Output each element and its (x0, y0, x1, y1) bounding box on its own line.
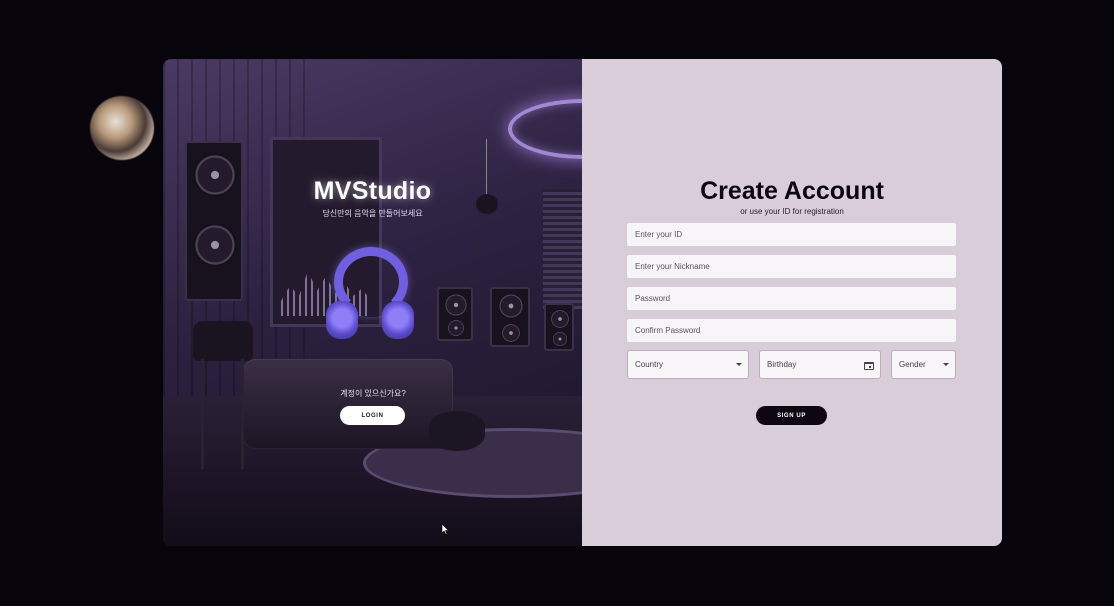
bar-stool (193, 321, 253, 361)
gender-select-label: Gender (899, 360, 926, 369)
page-title: Create Account (700, 177, 884, 205)
wall-speaker-left (185, 141, 243, 301)
birthday-picker[interactable]: Birthday (759, 350, 881, 379)
floor-speaker-1 (437, 287, 473, 341)
signup-button[interactable]: SIGN UP (756, 406, 827, 425)
chevron-down-icon (943, 363, 949, 366)
stool-leg (201, 359, 204, 469)
tufted-sofa (243, 359, 453, 449)
studio-hero-panel: MVStudio 당신만의 음악을 만들어보세요 계정이 있으신가요? LOGI… (163, 59, 582, 546)
page-subtitle: or use your ID for registration (740, 207, 844, 216)
ceiling-ring-light (508, 99, 582, 159)
brand-subtitle: 당신만의 음악을 만들어보세요 (322, 209, 423, 218)
password-input[interactable] (627, 287, 956, 310)
login-button[interactable]: LOGIN (340, 406, 405, 425)
floor-speaker-3 (544, 303, 574, 351)
ottoman (429, 411, 485, 451)
brand-title: MVStudio (313, 177, 432, 205)
country-select-label: Country (635, 360, 664, 369)
confirm-password-input[interactable] (627, 319, 956, 342)
gender-select[interactable]: Gender (891, 350, 956, 379)
headphones-illustration (326, 247, 416, 347)
floating-avatar (90, 96, 154, 160)
chevron-down-icon (736, 363, 742, 366)
nickname-input[interactable] (627, 255, 956, 278)
country-select[interactable]: Country (627, 350, 749, 379)
birthday-picker-label: Birthday (767, 360, 797, 369)
auth-card: MVStudio 당신만의 음악을 만들어보세요 계정이 있으신가요? LOGI… (163, 59, 1002, 546)
calendar-icon[interactable] (864, 360, 874, 370)
id-input[interactable] (627, 223, 956, 246)
window-blinds (543, 189, 582, 309)
floor-speaker-2 (490, 287, 530, 347)
register-form-panel: Create Account or use your ID for regist… (582, 59, 1002, 546)
stool-leg (241, 359, 244, 469)
have-account-prompt: 계정이 있으신가요? (340, 389, 406, 398)
